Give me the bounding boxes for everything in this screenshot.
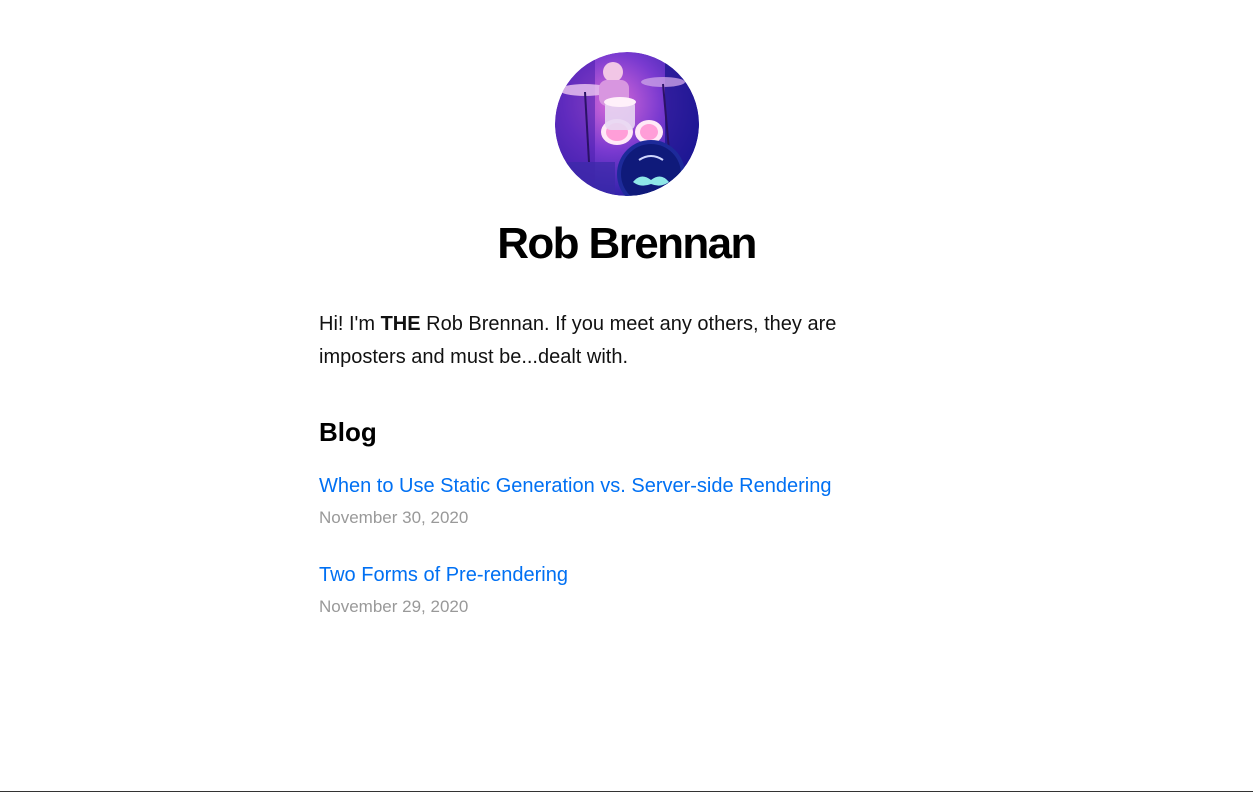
blog-post-date: November 30, 2020 xyxy=(319,508,469,527)
intro-emphasis: THE xyxy=(380,313,421,335)
blog-heading: Blog xyxy=(319,417,377,447)
intro-before: Hi! I'm xyxy=(319,313,381,335)
main-content: Hi! I'm THE Rob Brennan. If you meet any… xyxy=(319,308,879,616)
blog-post: Two Forms of Pre-rendering November 29, … xyxy=(319,562,939,618)
blog-post: When to Use Static Generation vs. Server… xyxy=(319,473,939,529)
blog-post-link[interactable]: Two Forms of Pre-rendering xyxy=(319,562,939,588)
intro-text: Hi! I'm THE Rob Brennan. If you meet any… xyxy=(319,308,879,374)
page-title: Rob Brennan xyxy=(497,219,757,268)
avatar xyxy=(554,52,699,196)
blog-post-link[interactable]: When to Use Static Generation vs. Server… xyxy=(319,473,939,499)
blog-post-date: November 29, 2020 xyxy=(319,597,469,616)
profile-header: Rob Brennan xyxy=(0,52,1253,270)
